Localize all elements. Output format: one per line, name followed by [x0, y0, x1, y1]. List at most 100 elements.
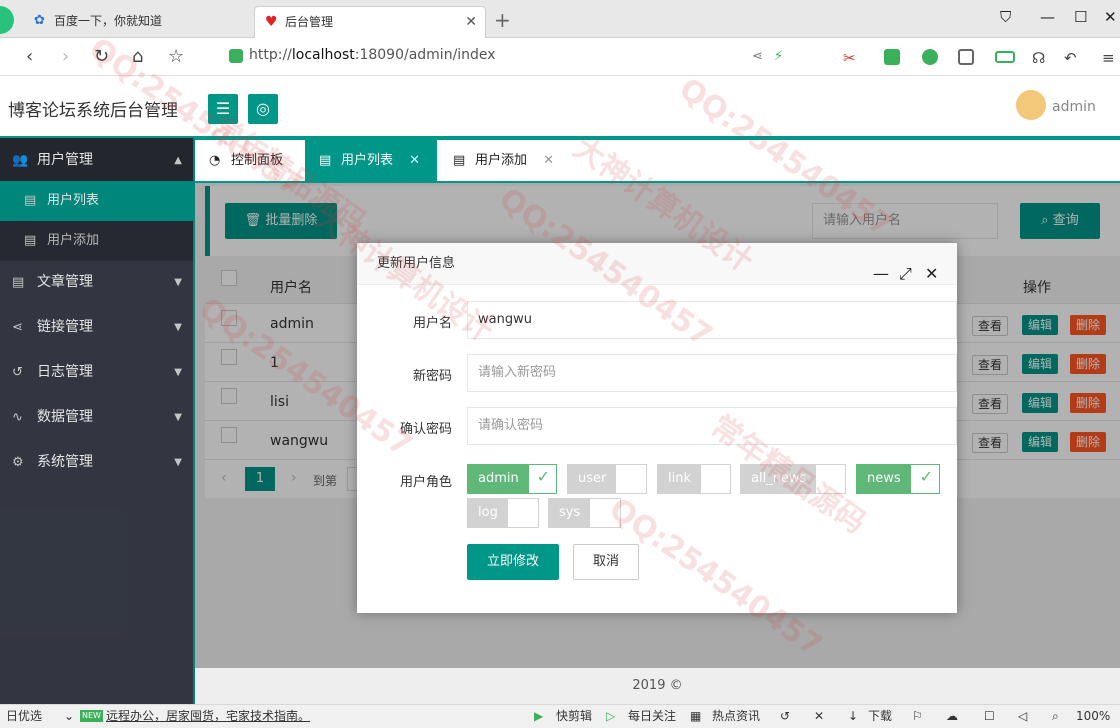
apps-icon[interactable] — [958, 49, 974, 65]
zoom-icon: ⌕ — [1052, 709, 1059, 723]
zoom-level[interactable]: 100% — [1076, 705, 1110, 728]
scissors-icon[interactable]: ✂ — [843, 49, 859, 67]
user-name[interactable]: admin — [1052, 99, 1096, 115]
update-user-dialog: 更新用户信息 — ⤢ ✕ 用户名 wangwu 新密码 请输入新密码 确认密码 … — [357, 243, 957, 613]
tab-user-list[interactable]: ▤ 用户列表 ✕ — [305, 140, 437, 181]
yen-icon[interactable] — [884, 49, 900, 65]
username-label: 用户名 — [412, 316, 452, 331]
news-icon: ▦ — [690, 709, 702, 723]
role-checkbox-sys[interactable]: sys — [548, 498, 621, 528]
role-checkbox-user[interactable]: user — [567, 464, 647, 494]
speaker-icon[interactable]: ◁ — [1018, 705, 1027, 728]
download-icon: ↓ — [848, 709, 859, 723]
menu-icon[interactable]: ≡ — [1102, 49, 1118, 67]
avatar[interactable] — [1016, 90, 1046, 120]
window-icon[interactable]: ☐ — [984, 705, 995, 728]
globe-icon: ◎ — [256, 99, 270, 118]
share-icon[interactable]: ⋖ — [752, 49, 768, 65]
check-icon: ✓ — [919, 467, 933, 486]
toggle-sidebar-button[interactable]: ☰ — [208, 94, 238, 124]
maximize-icon[interactable]: ⤢ — [899, 253, 912, 295]
role-checkbox-link[interactable]: link — [657, 464, 731, 494]
list-icon: ☰ — [215, 99, 231, 118]
dialog-header: 更新用户信息 — ⤢ ✕ — [357, 243, 957, 285]
app-header: 博客论坛系统后台管理 ☰ ◎ admin — [0, 76, 1120, 136]
footer: 2019 © — [195, 668, 1120, 704]
close-icon[interactable]: ✕ — [925, 253, 938, 295]
history-icon[interactable]: ↺ — [780, 705, 790, 728]
browser-tab-bar: ✿ 百度一下，你就知道 ♥ 后台管理 ✕ + ⛉ — ☐ ✕ — [0, 0, 1120, 38]
globe-button[interactable]: ◎ — [248, 94, 278, 124]
url-path: :18090/admin/index — [354, 47, 496, 63]
status-item[interactable]: 快剪辑 — [556, 705, 592, 728]
username-field[interactable]: wangwu — [467, 301, 957, 339]
cancel-button[interactable]: 取消 — [573, 544, 639, 580]
role-checkbox-all-news[interactable]: all_news — [740, 464, 846, 494]
tab-user-add[interactable]: ▤ 用户添加 ✕ — [439, 140, 569, 181]
dialog-title: 更新用户信息 — [377, 256, 456, 271]
flag-icon[interactable]: ⚐ — [912, 705, 923, 728]
url-field[interactable]: http://localhost:18090/admin/index — [249, 47, 496, 63]
role-name: log — [468, 499, 508, 527]
modal-overlay-sidebar — [0, 138, 195, 704]
role-name: admin — [468, 465, 529, 493]
submit-button[interactable]: 立即修改 — [467, 544, 559, 580]
role-checkbox-log[interactable]: log — [467, 498, 539, 528]
refresh-icon[interactable]: ↻ — [94, 46, 109, 67]
video-icon: ▶ — [534, 709, 544, 723]
status-left[interactable]: 日优选 — [6, 705, 42, 728]
reader-icon[interactable] — [922, 49, 938, 65]
lightning-icon[interactable]: ⚡ — [774, 49, 790, 65]
browser-logo-icon — [0, 6, 14, 34]
new-password-field[interactable]: 请输入新密码 — [467, 354, 957, 392]
status-news-link[interactable]: 远程办公，居家囤货，宅家技术指南。 — [106, 705, 310, 728]
undo-icon[interactable]: ↶ — [1064, 49, 1080, 67]
role-name: news — [857, 465, 911, 493]
cloud-icon[interactable]: ☁ — [946, 705, 958, 728]
browser-tab-title: 百度一下，你就知道 — [54, 14, 163, 28]
new-password-label: 新密码 — [412, 369, 452, 384]
headphones-icon[interactable]: ☊ — [1032, 49, 1048, 67]
check-icon: ✓ — [536, 467, 550, 486]
status-item[interactable]: 下载 — [868, 705, 892, 728]
browser-status-bar: 日优选 ⌄ NEW 远程办公，居家囤货，宅家技术指南。 ▶ 快剪辑 ▷ 每日关注… — [0, 704, 1120, 728]
tab-label: 用户列表 — [341, 153, 394, 168]
browser-tab-title: 后台管理 — [285, 15, 334, 29]
url-host: localhost — [291, 47, 355, 63]
close-tab-icon[interactable]: ✕ — [543, 153, 554, 168]
role-checkbox-news[interactable]: news ✓ — [856, 464, 940, 494]
maximize-icon[interactable]: ☐ — [1074, 8, 1087, 26]
shirt-icon[interactable]: ⛉ — [1000, 8, 1011, 26]
confirm-password-field[interactable]: 请确认密码 — [467, 407, 957, 445]
shield-icon — [229, 49, 243, 63]
play-icon: ▷ — [606, 709, 616, 723]
role-label: 用户角色 — [399, 475, 452, 490]
tab-label: 用户添加 — [475, 153, 528, 168]
close-tab-icon[interactable]: ✕ — [409, 153, 420, 168]
home-icon[interactable]: ⌂ — [132, 46, 143, 67]
new-tab-icon[interactable]: + — [494, 8, 511, 32]
close-window-icon[interactable]: ✕ — [1104, 8, 1117, 26]
confirm-password-label: 确认密码 — [399, 422, 452, 437]
role-name: user — [568, 465, 617, 493]
chevron-down-icon[interactable]: ⌄ — [64, 705, 74, 728]
minimize-icon[interactable]: — — [1040, 8, 1055, 26]
pin-icon[interactable]: ✕ — [814, 705, 824, 728]
back-icon[interactable]: ‹ — [26, 46, 33, 67]
role-checkbox-admin[interactable]: admin ✓ — [467, 464, 557, 494]
baidu-paw-icon: ✿ — [34, 13, 45, 28]
tab-dashboard[interactable]: ◔ 控制面板 — [195, 140, 303, 181]
battery-icon[interactable] — [995, 51, 1015, 63]
role-name: link — [658, 465, 701, 493]
status-item[interactable]: 热点资讯 — [712, 705, 760, 728]
url-prefix: http:// — [249, 47, 292, 63]
browser-tab-baidu[interactable]: ✿ 百度一下，你就知道 — [24, 6, 260, 38]
browser-tab-admin[interactable]: ♥ 后台管理 ✕ — [254, 6, 486, 38]
tab-label: 控制面板 — [231, 153, 284, 168]
status-item[interactable]: 每日关注 — [628, 705, 676, 728]
minimize-icon[interactable]: — — [873, 253, 889, 295]
close-tab-icon[interactable]: ✕ — [465, 7, 477, 37]
main-tabs: ◔ 控制面板 ▤ 用户列表 ✕ ▤ 用户添加 ✕ — [195, 140, 1120, 183]
star-icon[interactable]: ☆ — [168, 46, 184, 67]
forward-icon[interactable]: › — [62, 46, 69, 67]
